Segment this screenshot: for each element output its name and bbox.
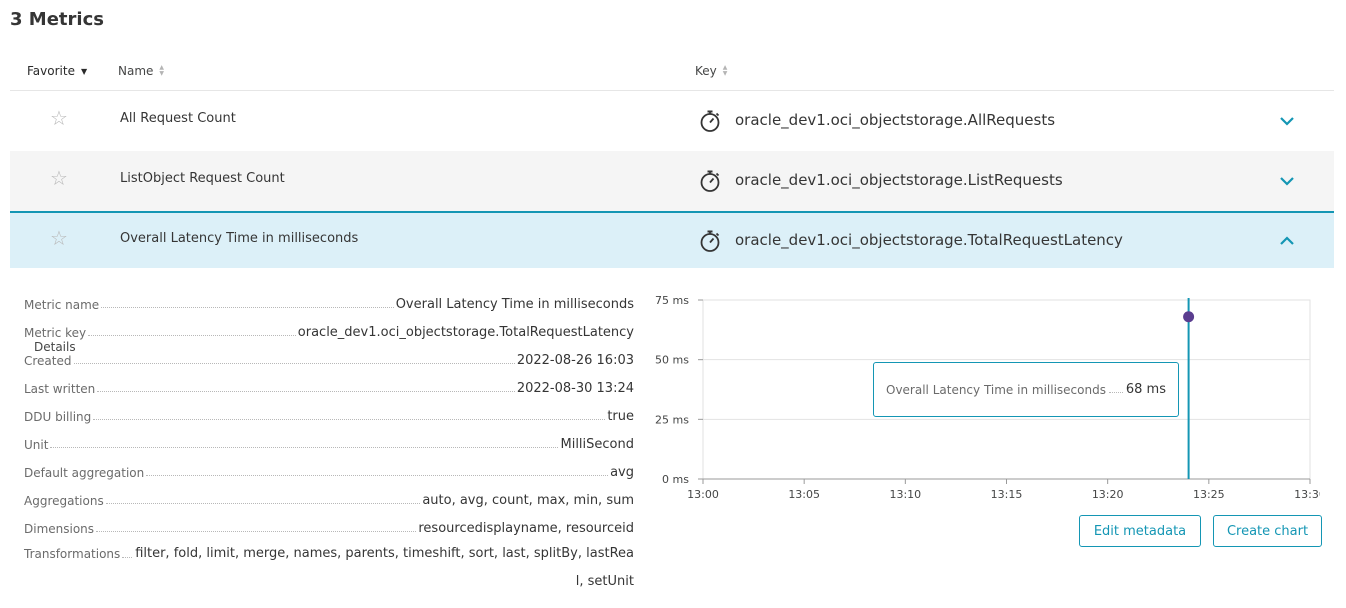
y-tick-label: 0 ms bbox=[662, 473, 689, 486]
chevron-down-icon[interactable] bbox=[1278, 172, 1296, 190]
sort-descending-icon: ▼ bbox=[80, 66, 88, 76]
page-title: 3 Metrics bbox=[10, 9, 104, 30]
detail-value: MilliSecond bbox=[560, 437, 634, 452]
detail-label: Unit bbox=[24, 438, 49, 452]
detail-label: Transformations bbox=[24, 547, 121, 561]
column-header-name[interactable]: Name ▲ ▼ bbox=[118, 64, 164, 78]
detail-row: Metric key oracle_dev1.oci_objectstorage.… bbox=[24, 312, 634, 340]
table-row-expanded[interactable]: ☆ Overall Latency Time in milliseconds o… bbox=[10, 211, 1334, 268]
detail-row: Unit MilliSecond bbox=[24, 424, 634, 452]
metric-details: Metric name Overall Latency Time in milli… bbox=[24, 284, 634, 596]
tooltip-label: Overall Latency Time in milliseconds bbox=[886, 382, 1106, 397]
detail-label: Metric key bbox=[24, 326, 87, 340]
metric-key: oracle_dev1.oci_objectstorage.ListReques… bbox=[735, 171, 1063, 189]
detail-value: oracle_dev1.oci_objectstorage.TotalReque… bbox=[297, 325, 634, 340]
star-icon[interactable]: ☆ bbox=[50, 108, 68, 128]
dotted-leader bbox=[50, 447, 559, 448]
detail-value: auto, avg, count, max, min, sum bbox=[422, 493, 634, 508]
column-header-key-label: Key bbox=[695, 64, 717, 78]
chart-tooltip: Overall Latency Time in milliseconds 68 … bbox=[873, 362, 1179, 417]
detail-label: DDU billing bbox=[24, 410, 92, 424]
detail-row: Aggregations auto, avg, count, max, min, … bbox=[24, 480, 634, 508]
y-tick-label: 25 ms bbox=[655, 413, 689, 426]
x-tick-label: 13:20 bbox=[1092, 488, 1124, 501]
dotted-leader bbox=[88, 335, 296, 336]
x-tick-label: 13:15 bbox=[991, 488, 1023, 501]
dotted-leader bbox=[97, 391, 515, 392]
metric-key: oracle_dev1.oci_objectstorage.AllRequest… bbox=[735, 111, 1056, 129]
detail-label: Created bbox=[24, 354, 72, 368]
sort-icon: ▲ ▼ bbox=[159, 64, 165, 77]
detail-value: filter, fold, limit, merge, names, paren… bbox=[135, 546, 634, 589]
detail-row: DDU billing true bbox=[24, 396, 634, 424]
detail-value: Overall Latency Time in milliseconds bbox=[395, 297, 634, 312]
create-chart-button[interactable]: Create chart bbox=[1213, 515, 1322, 547]
detail-value: true bbox=[607, 409, 634, 424]
y-tick-label: 75 ms bbox=[655, 294, 689, 307]
detail-row: Dimensions resourcedisplayname, resourcei… bbox=[24, 508, 634, 536]
x-tick-label: 13:00 bbox=[687, 488, 719, 501]
chevron-down-icon[interactable] bbox=[1278, 112, 1296, 130]
column-header-name-label: Name bbox=[118, 64, 154, 78]
dotted-leader bbox=[93, 419, 606, 420]
detail-label: Metric name bbox=[24, 298, 100, 312]
star-icon[interactable]: ☆ bbox=[50, 228, 68, 248]
detail-value: avg bbox=[610, 465, 634, 480]
detail-value: 2022-08-30 13:24 bbox=[516, 381, 634, 396]
detail-row: Metric name Overall Latency Time in milli… bbox=[24, 284, 634, 312]
table-row[interactable]: ☆ ListObject Request Count oracle_dev1.o… bbox=[10, 151, 1334, 211]
dotted-leader bbox=[105, 503, 421, 504]
metric-name: Overall Latency Time in milliseconds bbox=[120, 231, 359, 246]
x-tick-label: 13:25 bbox=[1193, 488, 1225, 501]
detail-row: Default aggregation avg bbox=[24, 452, 634, 480]
detail-row: Transformations filter, fold, limit, merg… bbox=[24, 536, 634, 596]
y-tick-label: 50 ms bbox=[655, 354, 689, 367]
x-tick-label: 13:05 bbox=[788, 488, 820, 501]
stopwatch-icon bbox=[700, 230, 720, 252]
table-header: Favorite ▼ Name ▲ ▼ Key ▲ ▼ Details bbox=[10, 56, 1334, 354]
stopwatch-icon bbox=[700, 110, 720, 132]
dotted-leader bbox=[96, 531, 417, 532]
metric-key: oracle_dev1.oci_objectstorage.TotalReque… bbox=[735, 231, 1123, 249]
dotted-leader bbox=[122, 557, 132, 558]
x-tick-label: 13:10 bbox=[889, 488, 921, 501]
metrics-table: Favorite ▼ Name ▲ ▼ Key ▲ ▼ Details ☆ All … bbox=[10, 56, 1334, 354]
detail-label: Aggregations bbox=[24, 494, 104, 508]
detail-row: Created 2022-08-26 16:03 bbox=[24, 340, 634, 368]
column-header-favorite-label: Favorite bbox=[27, 64, 75, 78]
dotted-leader bbox=[1108, 392, 1123, 393]
metric-name: ListObject Request Count bbox=[120, 171, 285, 186]
stopwatch-icon bbox=[700, 170, 720, 192]
column-header-favorite[interactable]: Favorite ▼ bbox=[27, 64, 87, 78]
edit-metadata-button[interactable]: Edit metadata bbox=[1079, 515, 1201, 547]
detail-row: Last written 2022-08-30 13:24 bbox=[24, 368, 634, 396]
detail-label: Default aggregation bbox=[24, 466, 145, 480]
star-icon[interactable]: ☆ bbox=[50, 168, 68, 188]
sort-icon: ▲ ▼ bbox=[722, 64, 728, 77]
dotted-leader bbox=[101, 307, 394, 308]
chevron-up-icon[interactable] bbox=[1278, 232, 1296, 250]
detail-value: 2022-08-26 16:03 bbox=[516, 353, 634, 368]
column-header-key[interactable]: Key ▲ ▼ bbox=[695, 64, 727, 78]
detail-label: Dimensions bbox=[24, 522, 95, 536]
table-row[interactable]: ☆ All Request Count oracle_dev1.oci_obje… bbox=[10, 91, 1334, 151]
metric-name: All Request Count bbox=[120, 111, 236, 126]
dotted-leader bbox=[73, 363, 515, 364]
data-point bbox=[1183, 311, 1195, 323]
tooltip-value: 68 ms bbox=[1125, 382, 1166, 397]
dotted-leader bbox=[146, 475, 609, 476]
detail-value: resourcedisplayname, resourceid bbox=[418, 521, 634, 536]
detail-label: Last written bbox=[24, 382, 96, 396]
x-tick-label: 13:30 bbox=[1294, 488, 1320, 501]
